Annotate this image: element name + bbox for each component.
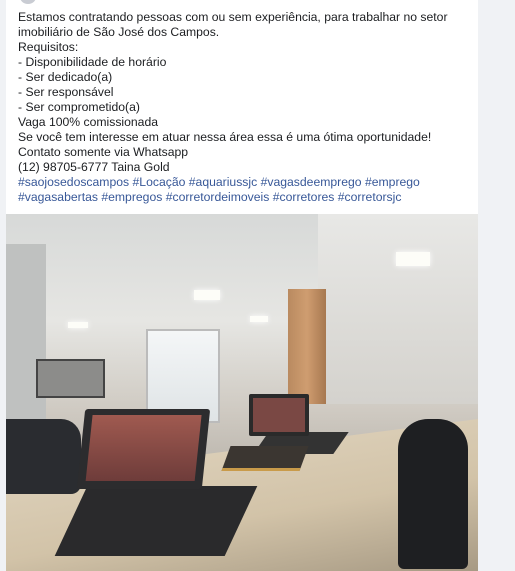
hashtag-link[interactable]: #corretorsjc	[338, 190, 402, 204]
hashtags-line-1: #saojosedoscampos #Locação #aquariussjc …	[18, 175, 473, 190]
post-line: Se você tem interesse em atuar nessa áre…	[18, 130, 432, 144]
photo-ceiling-light	[68, 322, 88, 328]
photo-wall	[6, 244, 46, 444]
photo-chair	[6, 419, 81, 494]
hashtags-line-2: #vagasabertas #empregos #corretordeimove…	[18, 190, 473, 205]
photo-laptop-keyboard	[54, 486, 258, 556]
hashtag-link[interactable]: #vagasabertas	[18, 190, 98, 204]
post-text: Estamos contratando pessoas com ou sem e…	[18, 10, 473, 205]
hashtag-link[interactable]: #saojosedoscampos	[18, 175, 129, 189]
post-line: - Ser responsável	[18, 85, 114, 99]
hashtag-link[interactable]: #empregos	[101, 190, 162, 204]
photo-chair	[398, 419, 468, 569]
post-line: Estamos contratando pessoas com ou sem e…	[18, 10, 448, 24]
photo-ceiling-light	[194, 290, 220, 300]
post-photo-office[interactable]	[6, 214, 478, 571]
post-line: - Ser comprometido(a)	[18, 100, 140, 114]
hashtag-link[interactable]: #aquariussjc	[189, 175, 257, 189]
hashtag-link[interactable]: #emprego	[365, 175, 420, 189]
photo-tv-screen	[36, 359, 105, 398]
post-line: - Ser dedicado(a)	[18, 70, 113, 84]
hashtag-link[interactable]: #vagasdeemprego	[261, 175, 362, 189]
post-line: - Disponibilidade de horário	[18, 55, 167, 69]
hashtag-link[interactable]: #corretores	[273, 190, 335, 204]
photo-ceiling-light	[396, 252, 430, 266]
post-line: imobiliário de São José dos Campos.	[18, 25, 220, 39]
post-line: Requisitos:	[18, 40, 79, 54]
post-line: Vaga 100% comissionada	[18, 115, 159, 129]
photo-laptop	[249, 394, 309, 436]
photo-wood-pillar	[288, 289, 326, 404]
photo-wall	[318, 214, 478, 404]
avatar[interactable]	[20, 0, 36, 4]
hashtag-link[interactable]: #corretordeimoveis	[166, 190, 270, 204]
post-line: Contato somente via Whatsapp	[18, 145, 189, 159]
photo-laptop	[76, 409, 211, 489]
post-card: Estamos contratando pessoas com ou sem e…	[6, 0, 478, 571]
hashtag-link[interactable]: #Locação	[133, 175, 186, 189]
post-line: (12) 98705-6777 Taina Gold	[18, 160, 170, 174]
photo-ceiling-light	[250, 316, 268, 322]
photo-notebook	[221, 446, 309, 471]
